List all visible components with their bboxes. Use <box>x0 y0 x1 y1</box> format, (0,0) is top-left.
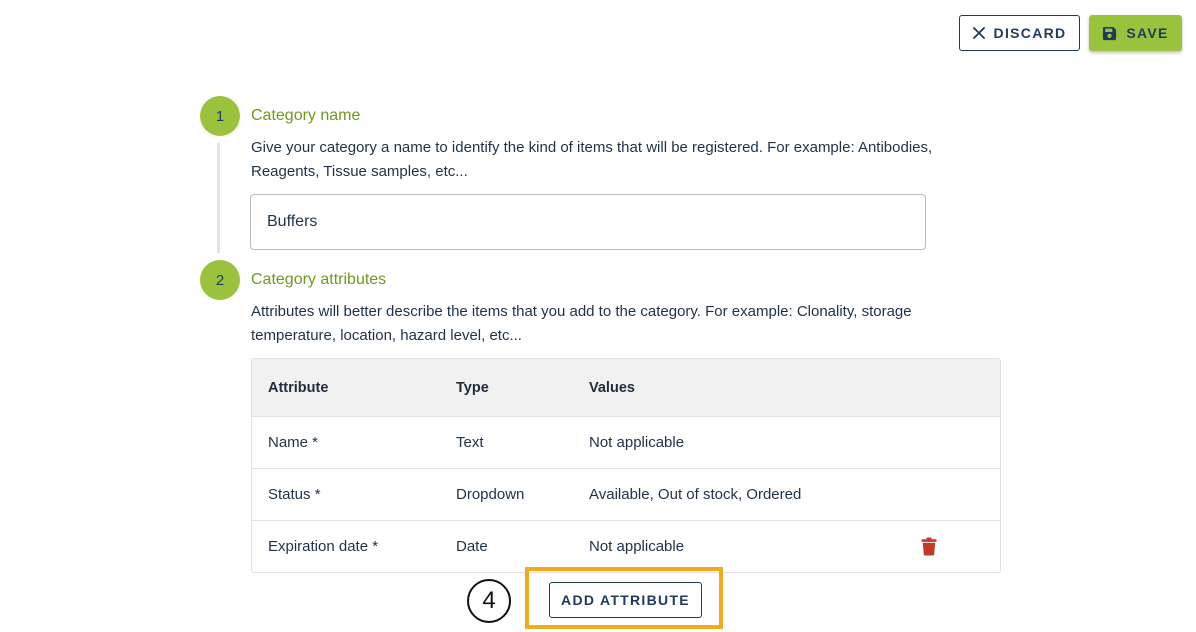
attribute-type-cell: Dropdown <box>456 486 525 503</box>
category-name-input[interactable] <box>250 194 926 250</box>
step-callout-badge: 4 <box>467 579 511 623</box>
trash-icon <box>921 537 937 556</box>
step-1-indicator: 1 <box>200 96 240 136</box>
step-1-title: Category name <box>251 107 361 124</box>
column-header-type: Type <box>456 379 489 396</box>
attribute-values-cell: Available, Out of stock, Ordered <box>589 486 802 503</box>
step-connector <box>217 143 220 253</box>
attribute-name-cell: Name * <box>268 434 319 451</box>
attribute-values-cell: Not applicable <box>589 538 685 555</box>
table-row: Name * Text Not applicable <box>252 416 1000 468</box>
attribute-type-cell: Text <box>456 434 484 451</box>
close-icon <box>972 27 985 39</box>
table-row: Expiration date * Date Not applicable <box>252 520 1000 572</box>
table-header-row: Attribute Type Values <box>252 359 1000 416</box>
attribute-type-cell: Date <box>456 538 488 555</box>
attributes-table: Attribute Type Values Name * Text Not ap… <box>251 358 1001 573</box>
column-header-attribute: Attribute <box>268 379 329 396</box>
discard-button[interactable]: DISCARD <box>959 15 1080 51</box>
step-1-description: Give your category a name to identify th… <box>251 139 933 180</box>
save-button[interactable]: SAVE <box>1089 15 1182 51</box>
table-row: Status * Dropdown Available, Out of stoc… <box>252 468 1000 520</box>
save-icon <box>1102 26 1117 41</box>
attribute-values-cell: Not applicable <box>589 434 685 451</box>
step-2-indicator: 2 <box>200 260 240 300</box>
attribute-name-cell: Status * <box>268 486 321 503</box>
step-2-title: Category attributes <box>251 271 387 288</box>
add-attribute-button[interactable]: ADD ATTRIBUTE <box>549 582 702 618</box>
attribute-name-cell: Expiration date * <box>268 538 379 555</box>
save-button-label: SAVE <box>1126 25 1169 41</box>
step-2-description: Attributes will better describe the item… <box>251 303 912 344</box>
category-editor-page: DISCARD SAVE 1 Category name Give your c… <box>0 0 1196 632</box>
column-header-values: Values <box>589 379 635 396</box>
discard-button-label: DISCARD <box>993 25 1067 41</box>
delete-attribute-button[interactable] <box>921 521 937 572</box>
